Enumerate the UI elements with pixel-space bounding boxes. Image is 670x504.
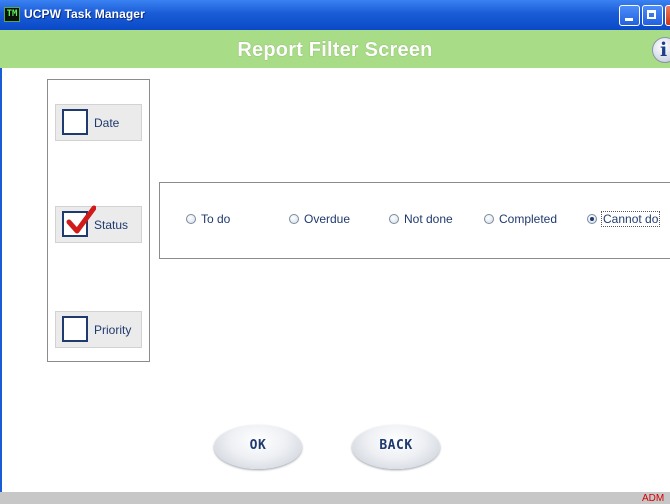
filter-priority-toggle[interactable]: Priority — [55, 311, 142, 348]
close-button[interactable] — [665, 5, 670, 26]
app-icon: TM — [4, 7, 20, 22]
option-label: Completed — [499, 212, 558, 226]
date-label: Date — [94, 116, 120, 130]
radio-button[interactable] — [289, 214, 299, 224]
back-button[interactable]: BACK — [352, 425, 440, 469]
priority-checkbox[interactable] — [62, 316, 88, 342]
option-label: To do — [201, 212, 231, 226]
page-title: Report Filter Screen — [237, 39, 433, 61]
option-label: Cannot do — [600, 211, 661, 227]
back-button-label: BACK — [379, 438, 413, 453]
option-label: Overdue — [304, 212, 351, 226]
radio-button[interactable] — [186, 214, 196, 224]
info-icon-glyph: i — [660, 39, 668, 61]
priority-label: Priority — [94, 323, 132, 337]
minimize-button[interactable] — [619, 5, 640, 26]
checkmark-icon — [66, 205, 96, 234]
status-label: Status — [94, 218, 129, 232]
maximize-button[interactable] — [642, 5, 663, 26]
current-user: ADM — [642, 493, 665, 504]
window-left-border — [0, 68, 2, 492]
option-label: Not done — [404, 212, 453, 226]
status-checkbox[interactable] — [62, 205, 96, 237]
filter-date-toggle[interactable]: Date — [55, 104, 142, 141]
filter-status-toggle[interactable]: Status — [55, 205, 142, 243]
screen-header: Report Filter Screen i — [0, 30, 670, 68]
radio-button[interactable] — [389, 214, 399, 224]
ok-button[interactable]: OK — [214, 425, 302, 469]
window-title-bar: TM UCPW Task Manager — [0, 0, 670, 30]
window-title: UCPW Task Manager — [24, 7, 145, 21]
date-checkbox[interactable] — [62, 109, 88, 135]
radio-button-selected[interactable] — [587, 214, 597, 224]
status-bar — [0, 492, 670, 504]
ok-button-label: OK — [249, 438, 267, 453]
radio-button[interactable] — [484, 214, 494, 224]
